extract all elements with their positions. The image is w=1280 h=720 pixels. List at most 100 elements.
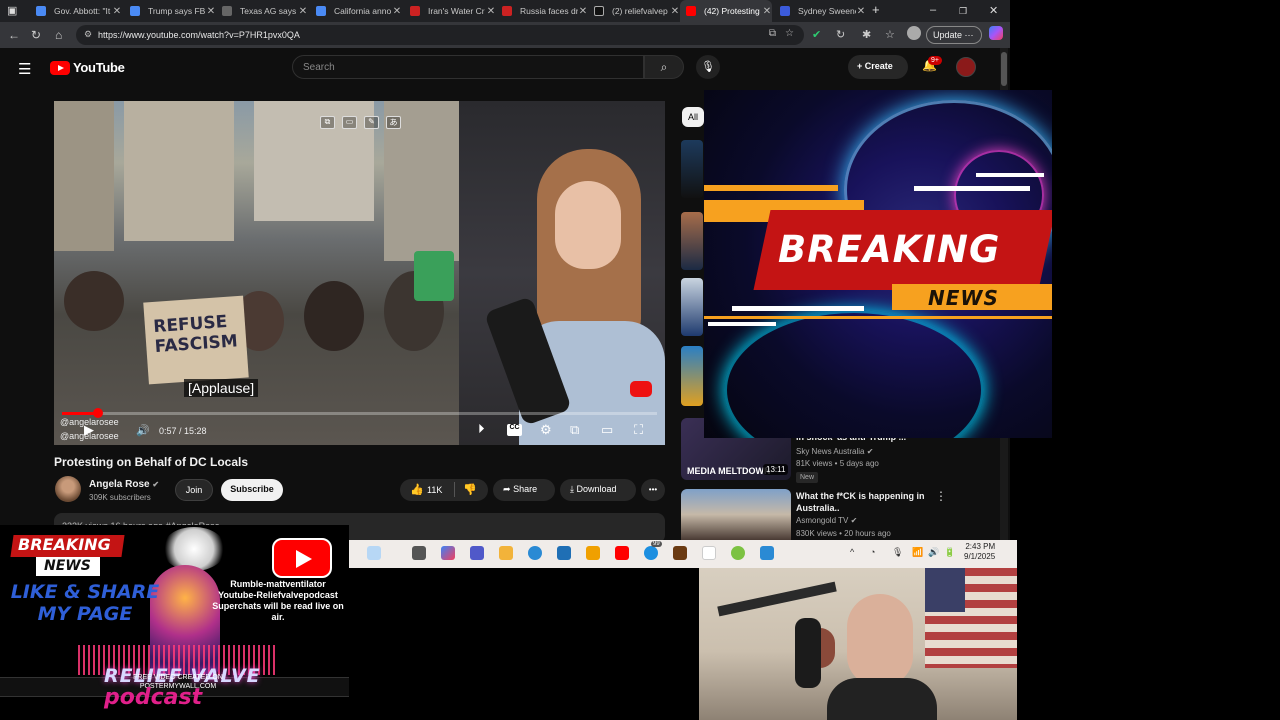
recommendation-thumbnail[interactable] xyxy=(681,212,703,270)
teams-icon[interactable] xyxy=(470,546,484,560)
bookmark-star-icon[interactable]: ☆ xyxy=(785,28,794,39)
app-icon[interactable] xyxy=(760,546,774,560)
join-button[interactable]: Join xyxy=(175,479,213,501)
home-icon[interactable]: ⌂ xyxy=(55,28,62,42)
tab-close-icon[interactable]: ✕ xyxy=(670,6,680,17)
tab-actions-icon[interactable]: ▣ xyxy=(7,4,17,17)
theater-mode-icon[interactable]: ▭ xyxy=(601,422,613,438)
browser-tab[interactable]: California anno ✕ xyxy=(310,0,402,22)
browser-tab[interactable]: (2) reliefvalvep ✕ xyxy=(588,0,680,22)
volume-icon[interactable]: 🔊 xyxy=(136,424,150,437)
minimize-button[interactable]: – xyxy=(930,4,936,16)
extension-puzzle-icon[interactable]: ✱ xyxy=(862,28,871,41)
tab-close-icon[interactable]: ✕ xyxy=(112,6,122,17)
dislike-icon[interactable]: 👎 xyxy=(463,483,477,496)
tab-close-icon[interactable]: ✕ xyxy=(856,6,866,17)
chip-all[interactable]: All xyxy=(682,107,704,127)
browser-tab[interactable]: Gov. Abbott: "It ✕ xyxy=(30,0,122,22)
channel-avatar[interactable] xyxy=(55,476,81,502)
translate-icon[interactable]: あ xyxy=(386,116,401,129)
edge-icon[interactable] xyxy=(528,546,542,560)
settings-gear-icon[interactable]: ⚙ xyxy=(540,422,552,438)
scrollbar-thumb[interactable] xyxy=(1001,52,1007,86)
browser-tab[interactable]: Sydney Sweene ✕ xyxy=(774,0,866,22)
recommendation-thumbnail[interactable] xyxy=(681,489,791,540)
miniplayer-icon[interactable]: ⧉ xyxy=(320,116,335,129)
notes-icon[interactable]: ✎ xyxy=(364,116,379,129)
install-app-icon[interactable]: ⧉ xyxy=(769,28,776,39)
taskbar-clock[interactable]: 2:43 PM 9/1/2025 xyxy=(964,542,995,562)
tab-close-icon[interactable]: ✕ xyxy=(486,6,496,17)
miniplayer-button-icon[interactable]: ⧉ xyxy=(570,422,579,438)
progress-bar[interactable] xyxy=(62,408,657,418)
battery-icon[interactable]: 🔋 xyxy=(944,547,955,558)
search-button[interactable]: ⌕ xyxy=(644,55,684,79)
widget-icon[interactable] xyxy=(367,546,381,560)
update-button[interactable]: Update ⋯ xyxy=(926,26,982,44)
speaker-icon[interactable]: 🔊 xyxy=(928,547,939,558)
tab-close-icon[interactable]: ✕ xyxy=(206,6,216,17)
browser-tab-active[interactable]: (42) Protesting ✕ xyxy=(680,0,772,22)
maximize-button[interactable]: ❐ xyxy=(959,6,967,17)
tab-close-icon[interactable]: ✕ xyxy=(578,6,588,17)
favorites-icon[interactable]: ☆ xyxy=(885,28,895,41)
browser-tab[interactable]: Trump says FBI ✕ xyxy=(124,0,216,22)
tab-close-icon[interactable]: ✕ xyxy=(392,6,402,17)
create-button[interactable]: + Create xyxy=(848,55,908,79)
tray-network-icon[interactable]: ◔ xyxy=(870,547,875,557)
file-explorer-icon[interactable] xyxy=(499,546,513,560)
account-avatar[interactable] xyxy=(956,57,976,77)
play-icon[interactable]: ▶ xyxy=(84,422,94,438)
close-window-button[interactable]: ✕ xyxy=(989,4,998,17)
extension-refresh-icon[interactable]: ↻ xyxy=(836,28,845,41)
autoplay-toggle-icon[interactable]: ⏵ xyxy=(478,421,485,437)
recommendation-channel[interactable]: Asmongold TV ✔ xyxy=(796,516,857,525)
store-icon[interactable] xyxy=(557,546,571,560)
tab-close-icon[interactable]: ✕ xyxy=(762,6,772,17)
search-input[interactable]: Search xyxy=(292,55,644,79)
download-button[interactable]: ⤓ Download xyxy=(560,479,636,501)
shopping-icon[interactable] xyxy=(586,546,600,560)
kebab-menu-icon[interactable]: ⋮ xyxy=(935,489,947,503)
site-info-icon[interactable]: ⚙ xyxy=(84,29,92,40)
recommendation-channel[interactable]: Sky News Australia ✔ xyxy=(796,447,873,456)
recommendation-thumbnail[interactable] xyxy=(681,346,703,406)
subscribe-button[interactable]: Subscribe xyxy=(221,479,283,501)
tray-mic-icon[interactable]: 🎙 xyxy=(892,547,903,558)
captions-button[interactable]: CC xyxy=(507,424,522,436)
recommendation-thumbnail[interactable] xyxy=(681,278,703,336)
tray-chevron-icon[interactable]: ^ xyxy=(850,547,854,557)
tab-close-icon[interactable]: ✕ xyxy=(298,6,308,17)
task-view-icon[interactable] xyxy=(412,546,426,560)
fullscreen-icon[interactable]: ⛶ xyxy=(634,422,643,438)
app-icon[interactable] xyxy=(731,546,745,560)
menu-icon[interactable]: ☰ xyxy=(18,60,31,78)
youtube-taskbar-icon[interactable] xyxy=(615,546,629,560)
recommendation-thumbnail[interactable] xyxy=(681,140,703,198)
extension-check-icon[interactable]: ✔ xyxy=(812,28,821,41)
back-icon[interactable]: ← xyxy=(8,28,20,42)
reload-icon[interactable]: ↻ xyxy=(31,28,41,42)
wifi-icon[interactable]: 📶 xyxy=(912,547,923,558)
ups-icon[interactable] xyxy=(673,546,687,560)
channel-name[interactable]: Angela Rose ✔ xyxy=(89,479,159,490)
copilot-icon[interactable] xyxy=(989,26,1003,40)
subscribe-overlay-icon[interactable] xyxy=(630,381,652,397)
video-player[interactable]: REFUSE FASCISM @angelarosee @angelarosee… xyxy=(54,101,665,445)
profile-avatar[interactable] xyxy=(907,26,921,40)
browser-tab[interactable]: Texas AG says ✕ xyxy=(216,0,308,22)
browser-tab[interactable]: Iran's Water Cr ✕ xyxy=(404,0,496,22)
url-input[interactable]: ⚙ https://www.youtube.com/watch?v=P7HR1p… xyxy=(76,25,804,45)
like-icon[interactable]: 👍 xyxy=(410,483,424,496)
messenger-icon[interactable] xyxy=(644,546,658,560)
recommendation-title[interactable]: What the f*CK is happening in Australia.… xyxy=(796,490,926,514)
voice-search-button[interactable]: 🎙 xyxy=(696,55,720,79)
more-actions-button[interactable]: ••• xyxy=(641,479,665,501)
amazon-icon[interactable] xyxy=(702,546,716,560)
share-button[interactable]: ➦ Share xyxy=(493,479,555,501)
browser-tab[interactable]: Russia faces dr ✕ xyxy=(496,0,588,22)
pip-icon[interactable]: ▭ xyxy=(342,116,357,129)
new-tab-button[interactable]: + xyxy=(872,2,880,17)
youtube-logo[interactable]: YouTube xyxy=(50,60,125,75)
copilot-taskbar-icon[interactable] xyxy=(441,546,455,560)
